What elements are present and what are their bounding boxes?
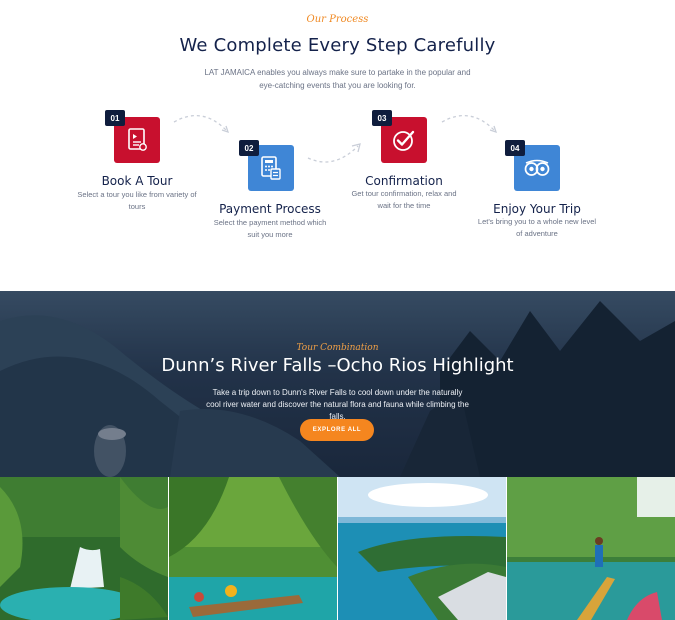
explore-all-button[interactable]: EXPLORE ALL	[300, 419, 374, 441]
photo-gallery	[0, 477, 675, 620]
step-description: Select the payment method which suit you…	[213, 218, 327, 239]
step-description: Select a tour you like from variety of t…	[77, 190, 197, 211]
banner-eyebrow: Tour Combination	[296, 343, 379, 353]
step-confirmation: 03 Confirmation Get tour confirmation, r…	[334, 108, 474, 218]
step-title: Payment Process	[219, 202, 321, 216]
step-title: Enjoy Your Trip	[493, 202, 581, 216]
step-payment-process: 02 Payment Process Select the payment me…	[200, 137, 340, 247]
step-number: 03	[372, 110, 392, 126]
banner-description: Take a trip down to Dunn's River Falls t…	[206, 388, 469, 421]
step-enjoy-your-trip: 04 Enjoy Your Trip Let's bring you to a …	[467, 137, 607, 247]
tour-banner: Tour Combination Dunn’s River Falls –Och…	[0, 291, 675, 477]
banner-overlay	[0, 291, 675, 477]
banner-title: Dunn’s River Falls –Ocho Rios Highlight	[161, 355, 514, 376]
process-heading: We Complete Every Step Carefully	[179, 35, 496, 56]
process-intro: LAT JAMAICA enables you always make sure…	[204, 68, 471, 90]
step-number: 01	[105, 110, 125, 126]
step-number: 02	[239, 140, 259, 156]
step-title: Book A Tour	[101, 174, 173, 188]
step-description: Get tour confirmation, relax and wait fo…	[351, 189, 457, 210]
gallery-photo-bamboo-rafting[interactable]	[507, 477, 675, 620]
gallery-photo-waterfall[interactable]	[0, 477, 168, 620]
step-title: Confirmation	[365, 174, 443, 188]
gallery-photo-coastline[interactable]	[338, 477, 506, 620]
step-book-a-tour: 01 Book A Tour Select a tour you like fr…	[67, 108, 207, 218]
step-description: Let's bring you to a whole new level of …	[477, 217, 597, 238]
process-eyebrow: Our Process	[306, 14, 369, 25]
step-number: 04	[505, 140, 525, 156]
gallery-photo-river-rafting[interactable]	[169, 477, 337, 620]
